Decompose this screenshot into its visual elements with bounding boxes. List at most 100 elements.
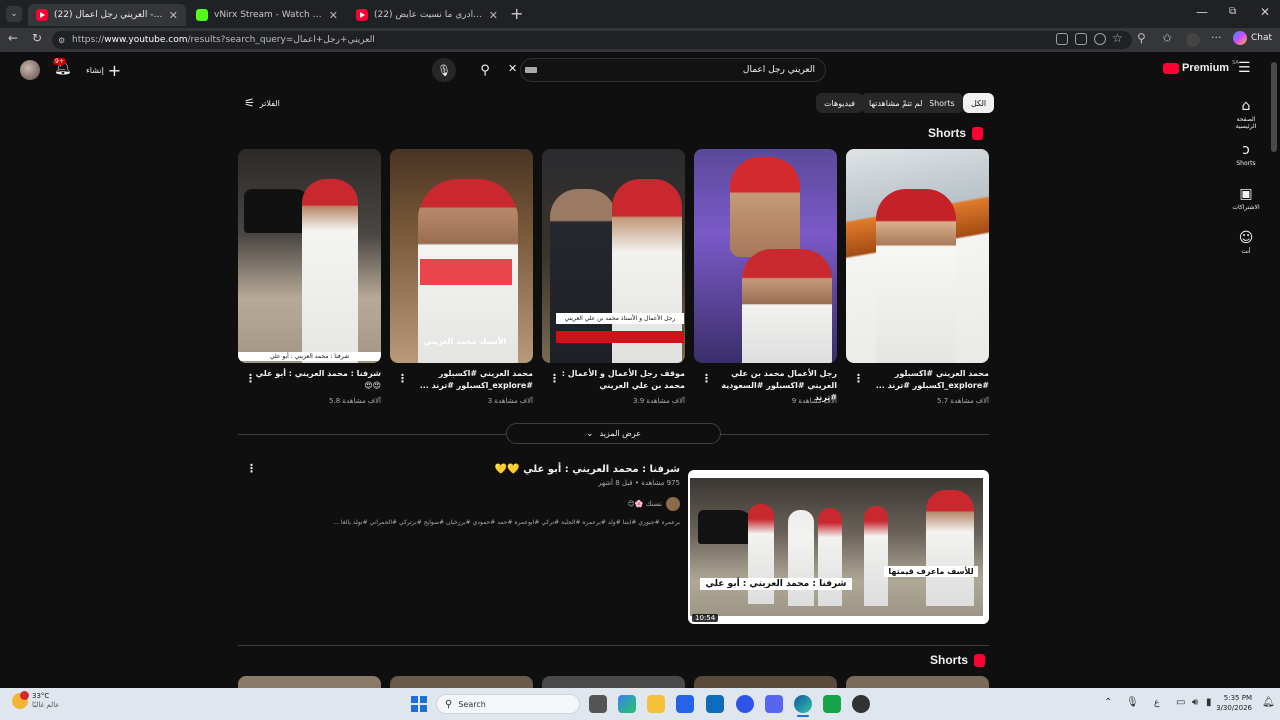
notification-center-icon[interactable]: 🔔︎ — [1262, 697, 1275, 708]
taskbar — [0, 688, 1280, 720]
guide-menu-button[interactable]: ☰ — [1238, 60, 1251, 76]
show-hidden-icons[interactable]: ⌃ — [1104, 697, 1112, 708]
close-tab-icon[interactable]: ✕ — [169, 9, 178, 22]
short-thumbnail[interactable]: شرفنا : محمد العريني : أبو علي — [238, 149, 381, 363]
close-tab-icon[interactable]: ✕ — [489, 9, 498, 22]
outlook-icon[interactable] — [706, 695, 724, 713]
restore-icon[interactable]: ⧉ — [1229, 6, 1236, 17]
favorite-star-icon[interactable]: ☆ — [1112, 31, 1123, 45]
taskbar-search-box[interactable]: ⚲ Search — [436, 694, 580, 714]
video-thumbnail[interactable]: شرفنا : محمد العريني : أبو علي للأسف ماع… — [688, 470, 989, 624]
short-thumbnail[interactable] — [542, 676, 685, 688]
more-menu-icon[interactable]: ··· — [1211, 31, 1222, 44]
back-icon[interactable]: ← — [4, 31, 22, 45]
short-thumbnail[interactable] — [694, 676, 837, 688]
start-button[interactable] — [411, 696, 427, 712]
app-icon[interactable] — [823, 695, 841, 713]
battery-icon[interactable]: ▮ — [1206, 697, 1212, 708]
search-input[interactable]: العريني رجل اعمال — [520, 58, 826, 82]
volume-icon[interactable]: 🔊︎ — [1192, 697, 1198, 708]
tab-search-icon[interactable]: ⌄ — [6, 6, 22, 22]
account-avatar[interactable] — [20, 60, 40, 80]
reader-icon[interactable] — [1056, 33, 1068, 45]
short-thumbnail[interactable] — [238, 676, 381, 688]
short-menu-icon[interactable]: ⋮ — [549, 372, 560, 385]
translate-icon[interactable] — [1075, 33, 1087, 45]
close-window-icon[interactable]: ✕ — [1260, 5, 1270, 19]
short-caption-bar — [556, 331, 684, 343]
favorites-icon[interactable]: ✩ — [1162, 31, 1172, 45]
chip-unwatched[interactable]: لم تتمّ مشاهدتها — [861, 93, 931, 113]
youtube-premium-logo[interactable]: Premium SA — [1163, 60, 1239, 74]
rail-item-shorts[interactable]: ↄ Shorts — [1228, 142, 1264, 167]
extensions-icon[interactable]: ⚲ — [1137, 31, 1146, 45]
short-title[interactable]: شرفنا : محمد العريني : أبو علي 😍😍 — [251, 368, 381, 392]
network-icon[interactable]: ▭ — [1176, 697, 1185, 708]
short-title[interactable]: موقف رجل الأعمال و الأعمال : محمد بن علي… — [555, 368, 685, 392]
voice-search-button[interactable]: 🎙︎ — [432, 58, 456, 82]
input-language[interactable]: ع — [1154, 698, 1159, 708]
keyboard-icon[interactable] — [525, 67, 537, 73]
clock[interactable]: 5:35 PM 3/30/2026 — [1212, 693, 1252, 713]
shorts-logo-icon — [972, 126, 984, 140]
task-view-icon[interactable] — [589, 695, 607, 713]
tab-youtube-search[interactable]: (22) العريني رجل اعمال - YouTube ✕ — [28, 4, 186, 26]
show-more-button[interactable]: ⌄ عرض المزيد — [506, 423, 721, 444]
reload-icon[interactable]: ↻ — [28, 31, 46, 45]
short-menu-icon[interactable]: ⋮ — [245, 372, 256, 385]
store-icon[interactable] — [676, 695, 694, 713]
scrollbar-thumb[interactable] — [1271, 62, 1277, 152]
url-bar[interactable]: ⚙ https://www.youtube.com/results?search… — [52, 31, 1132, 49]
short-menu-icon[interactable]: ⋮ — [701, 372, 712, 385]
close-tab-icon[interactable]: ✕ — [329, 9, 338, 22]
home-icon: ⌂ — [1241, 98, 1251, 114]
create-button[interactable]: إنشاء + — [86, 60, 121, 80]
tab-youtube-video[interactable]: (22) اكذب ادري ما نسيت عايض - ...e ✕ — [348, 4, 506, 26]
channel-name[interactable]: تسنك 🌸😊 — [628, 500, 662, 508]
app-icon[interactable] — [736, 695, 754, 713]
rail-item-home[interactable]: ⌂ الصفحة الرئيسية — [1228, 98, 1264, 130]
site-info-icon[interactable]: ⚙ — [58, 36, 65, 45]
short-thumbnail[interactable]: رجل الأعمال و الأستاذ محمد بن علي العرين… — [542, 149, 685, 363]
video-description: برعمره #جبوري #ابتنا #ولد #برعمره #الحلب… — [333, 519, 680, 526]
microphone-icon[interactable]: 🎙︎ — [1126, 697, 1139, 708]
video-menu-icon[interactable]: ⋮ — [246, 462, 257, 475]
widgets-app-icon[interactable] — [618, 695, 636, 713]
video-title[interactable]: شرفنا : محمد العريني : أبو علي 💛💛 — [380, 464, 680, 475]
short-thumbnail[interactable] — [846, 149, 989, 363]
short-thumbnail[interactable] — [846, 676, 989, 688]
short-caption: رجل الأعمال و الأستاذ محمد بن علي العرين… — [556, 313, 684, 324]
minimize-icon[interactable]: — — [1196, 5, 1208, 19]
tab-kick-stream[interactable]: vNirx Stream - Watch Live on Kick ✕ — [188, 4, 346, 26]
rail-item-subscriptions[interactable]: ▣ الاشتراكات — [1228, 186, 1264, 211]
page-scrollbar[interactable] — [1268, 52, 1280, 688]
weather-desc: عالم غالبًا — [32, 701, 60, 709]
short-thumbnail[interactable]: الأستاذ محمد العريني — [390, 149, 533, 363]
short-menu-icon[interactable]: ⋮ — [853, 372, 864, 385]
edge-icon[interactable] — [794, 695, 812, 713]
short-menu-icon[interactable]: ⋮ — [397, 372, 408, 385]
chip-all[interactable]: الكل — [963, 93, 995, 113]
copilot-icon — [1233, 31, 1247, 45]
weather-temp: 33°C — [32, 692, 50, 700]
short-thumbnail[interactable] — [390, 676, 533, 688]
chip-videos[interactable]: فيديوهات — [816, 93, 863, 113]
profile-extension-icon[interactable] — [1186, 33, 1200, 47]
short-thumbnail[interactable] — [694, 149, 837, 363]
copilot-chat-button[interactable]: Chat — [1233, 31, 1272, 45]
zoom-icon[interactable] — [1094, 33, 1106, 45]
rail-item-you[interactable]: ☺ أنت — [1228, 230, 1264, 255]
clear-search-icon[interactable]: ✕ — [508, 62, 517, 75]
short-views: 5.8 آلاف مشاهدة — [329, 397, 381, 405]
file-explorer-icon[interactable] — [647, 695, 665, 713]
channel-avatar[interactable] — [666, 497, 680, 511]
search-submit-button[interactable]: ⚲ — [472, 58, 498, 82]
short-title[interactable]: محمد العريني #اكسبلور #explore_اكسبلور #… — [859, 368, 989, 392]
filters-button[interactable]: ⚟ الفلاتر — [244, 96, 280, 110]
discord-icon[interactable] — [765, 695, 783, 713]
shorts-title: Shorts — [930, 653, 969, 667]
app-icon[interactable] — [852, 695, 870, 713]
short-title[interactable]: محمد العريني #اكسبلور #explore_اكسبلور #… — [403, 368, 533, 392]
channel-row[interactable]: تسنك 🌸😊 — [480, 497, 680, 511]
new-tab-button[interactable]: + — [510, 4, 523, 23]
